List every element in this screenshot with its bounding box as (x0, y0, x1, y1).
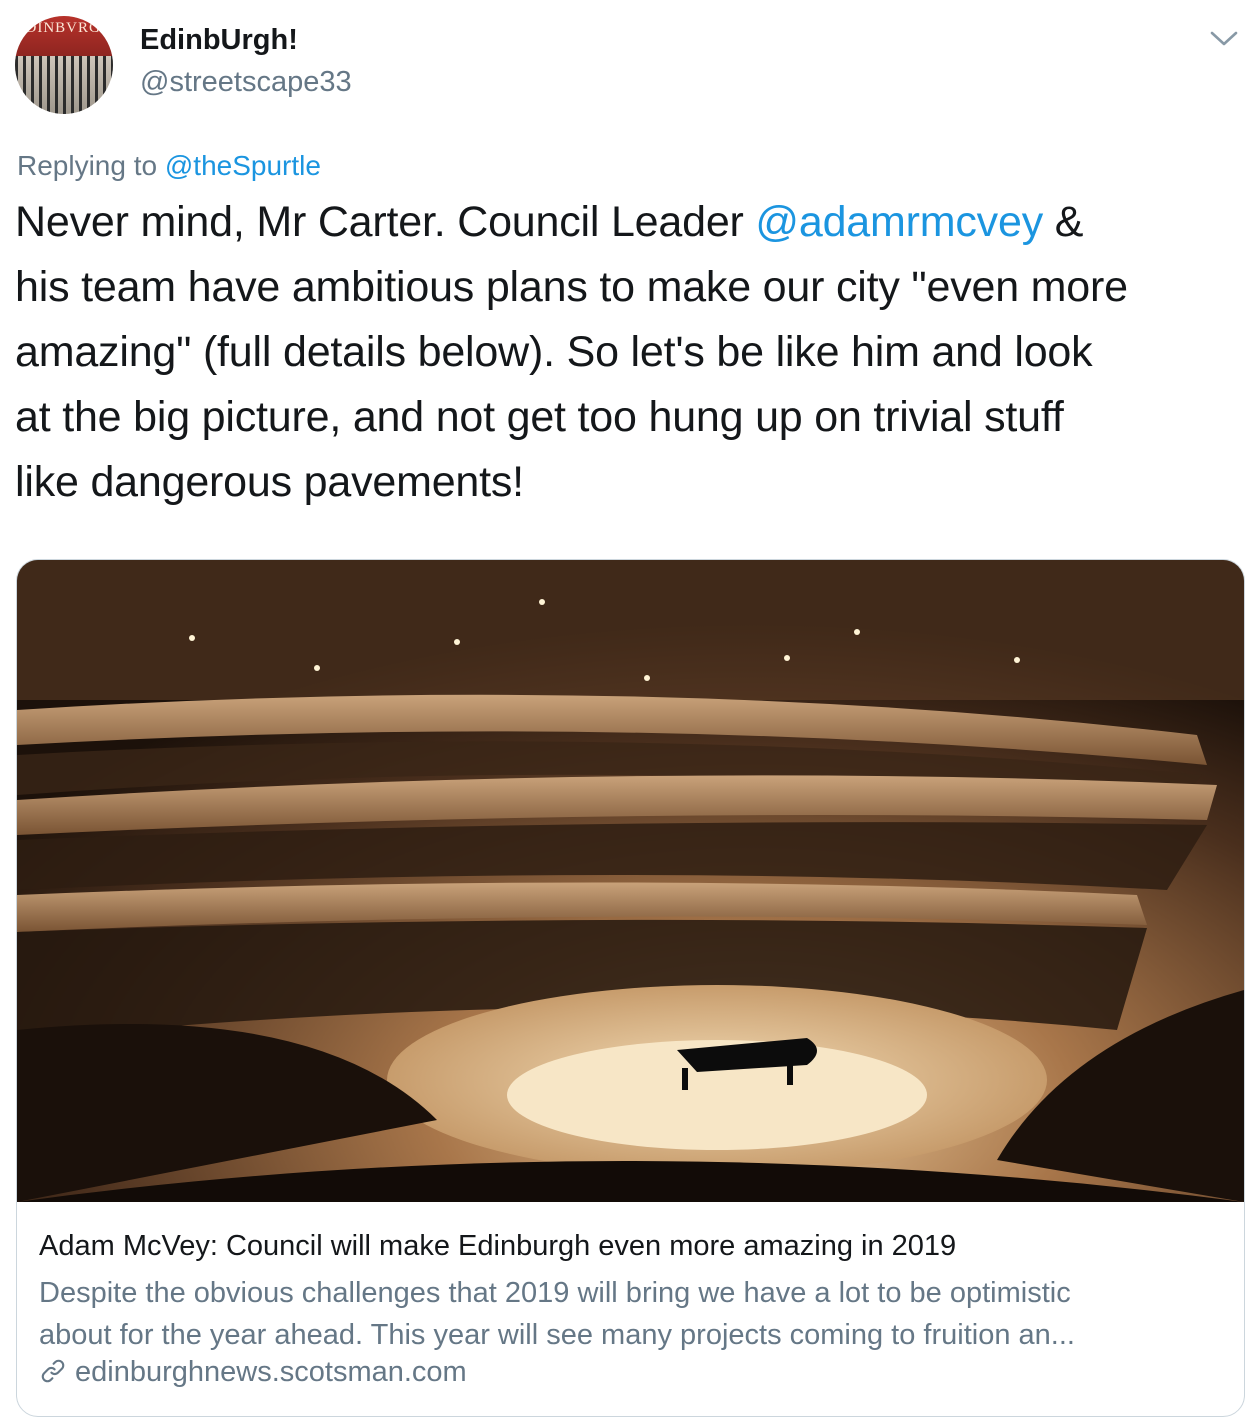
tweet: EDINBVRGH EdinbUrgh! @streetscape33 Repl… (0, 0, 1260, 1428)
mention-link[interactable]: @adamrmcvey (755, 198, 1043, 246)
tweet-line: Never mind, Mr Carter. Council Leader @a… (15, 190, 1250, 255)
card-description: Despite the obvious challenges that 2019… (39, 1272, 1224, 1356)
tweet-line: at the big picture, and not get too hung… (15, 393, 1064, 441)
card-domain-text: edinburghnews.scotsman.com (75, 1356, 467, 1388)
link-card[interactable]: Adam McVey: Council will make Edinburgh … (16, 559, 1245, 1417)
card-domain[interactable]: edinburghnews.scotsman.com (39, 1356, 467, 1389)
display-name[interactable]: EdinbUrgh! (140, 24, 298, 57)
avatar-sign-text: EDINBVRGH (15, 20, 113, 36)
avatar-sign: EDINBVRGH (15, 16, 113, 56)
card-description-line: Despite the obvious challenges that 2019… (39, 1277, 1071, 1309)
card-title[interactable]: Adam McVey: Council will make Edinburgh … (39, 1230, 956, 1263)
reply-prefix: Replying to (17, 150, 165, 181)
link-icon (41, 1359, 65, 1383)
avatar-railing (15, 56, 113, 114)
card-image[interactable] (17, 560, 1244, 1202)
tweet-text-segment: Never mind, Mr Carter. Council Leader (15, 198, 756, 246)
reply-context: Replying to @theSpurtle (17, 150, 321, 182)
reply-mention-link[interactable]: @theSpurtle (165, 150, 321, 181)
tweet-text-segment: & (1043, 198, 1084, 246)
user-handle[interactable]: @streetscape33 (140, 66, 352, 99)
card-description-line: about for the year ahead. This year will… (39, 1319, 1075, 1351)
tweet-line: amazing" (full details below). So let's … (15, 328, 1093, 376)
tweet-line: like dangerous pavements! (15, 458, 524, 506)
tweet-line: his team have ambitious plans to make ou… (15, 263, 1128, 311)
chevron-down-icon[interactable] (1208, 24, 1240, 52)
tweet-text: Never mind, Mr Carter. Council Leader @a… (15, 190, 1250, 515)
avatar[interactable]: EDINBVRGH (15, 16, 113, 114)
